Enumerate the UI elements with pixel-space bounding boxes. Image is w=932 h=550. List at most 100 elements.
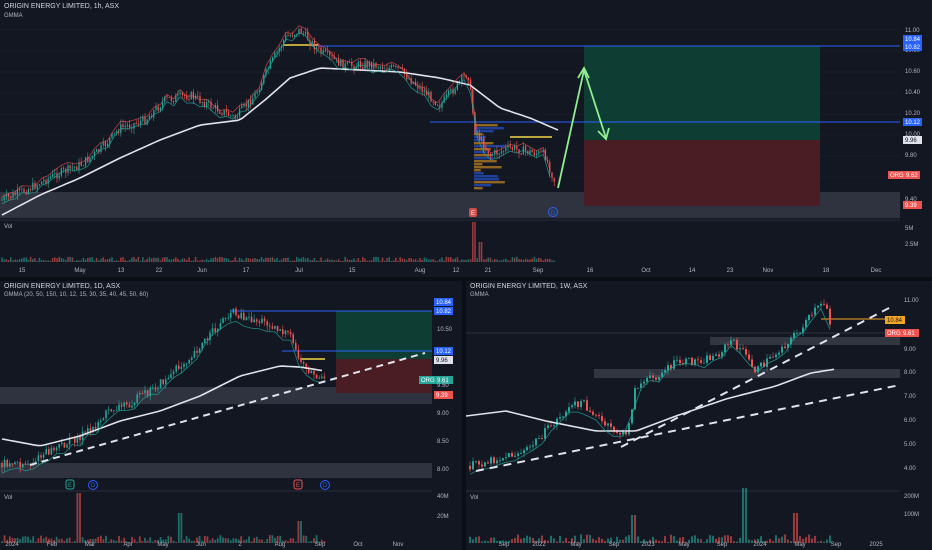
candle-body — [172, 100, 175, 102]
candle-body — [154, 387, 157, 390]
time-axis-1h[interactable]: 15 May 13 22 Jun 17 Jul 15 Aug 12 21 Sep 16 Oct 14 23 No… — [19, 268, 882, 274]
candle-body — [820, 303, 822, 306]
volume-bar — [227, 538, 230, 543]
candle-body — [159, 379, 162, 389]
volume-bar — [511, 257, 514, 262]
candle-body — [302, 362, 305, 364]
chart-pane-1d[interactable]: ORIGIN ENERGY LIMITED, 1D, ASX GMMA (20,… — [0, 281, 462, 550]
candle-body — [304, 31, 307, 34]
candle-body — [32, 182, 34, 191]
candle-body — [604, 421, 606, 426]
volume-bar — [208, 260, 210, 262]
candle-body — [106, 143, 109, 147]
volume-bar — [421, 259, 423, 262]
chart-pane-1h[interactable]: ORIGIN ENERGY LIMITED, 1h, ASX GMMA Vol — [0, 0, 932, 277]
svg-text:E: E — [68, 483, 72, 489]
candle-body — [10, 196, 12, 198]
candle-body — [6, 459, 8, 467]
volume-bar — [227, 259, 230, 262]
earnings-marker[interactable]: E — [469, 208, 477, 217]
time-tick: Sep — [499, 542, 510, 548]
volume-bar — [87, 257, 89, 262]
volume-bar — [32, 259, 34, 262]
candle-body — [730, 340, 732, 345]
volume-bar — [144, 260, 146, 262]
candle-body — [14, 462, 16, 464]
volume-bar — [212, 258, 214, 262]
volume-bar — [491, 260, 494, 262]
candle-body — [87, 428, 89, 433]
volume-bar — [636, 536, 640, 543]
volume-bar — [480, 242, 483, 262]
volume-bar — [107, 541, 110, 543]
candle-body — [490, 457, 492, 464]
volume-bar — [67, 256, 69, 262]
volume-bar — [430, 259, 432, 262]
volume-bar — [238, 257, 241, 262]
volume-bar — [185, 536, 188, 543]
volume-bar — [1, 257, 3, 262]
earnings-marker-1d[interactable]: E — [65, 479, 75, 490]
volume-bar — [486, 541, 490, 543]
candle-body — [282, 329, 284, 335]
candle-body — [118, 404, 120, 410]
candle-body — [16, 462, 19, 463]
chart-pane-1w[interactable]: ORIGIN ENERGY LIMITED, 1W, ASX GMMA Vol … — [466, 281, 932, 550]
volume-bar — [542, 260, 544, 262]
volume-bar — [297, 521, 300, 543]
volume-bar — [304, 258, 307, 262]
volume-bar — [190, 540, 193, 543]
candle-body — [49, 176, 52, 179]
volume-bar — [558, 535, 562, 543]
volume-bar — [153, 257, 155, 262]
volume-bar — [170, 259, 173, 262]
candle-body — [206, 338, 209, 340]
volume-bar — [71, 257, 74, 262]
candle-body — [313, 370, 315, 375]
time-tick: Apr — [123, 542, 132, 548]
volume-bar — [214, 256, 217, 262]
volume-bar — [346, 259, 349, 262]
chart-canvas-1w[interactable]: 11.00 10.84 ORG 9.61 9.00 8.00 7.00 6.00 … — [466, 281, 932, 550]
dividend-marker-1d-2[interactable]: D — [320, 480, 330, 490]
candle-body — [324, 50, 327, 52]
volume-bar — [310, 540, 313, 543]
candle-body — [248, 316, 250, 318]
volume-bar — [786, 539, 790, 543]
volume-bar — [529, 259, 531, 262]
volume-bar — [214, 539, 217, 543]
chart-canvas-1h[interactable]: E D 11.00 10.80 10.60 10.40 10.20 10.00 … — [0, 0, 932, 277]
volume-bar — [192, 260, 195, 262]
volume-bar — [403, 258, 406, 262]
candle-body — [191, 357, 193, 361]
candle-body — [23, 188, 25, 193]
dividend-marker-1d[interactable]: D — [88, 480, 98, 490]
volume-bar — [10, 257, 12, 262]
candle-body — [144, 116, 146, 125]
time-tick: 15 — [349, 268, 356, 274]
price-axis-1w[interactable]: 11.00 10.84 ORG 9.61 9.00 8.00 7.00 6.00 … — [885, 298, 919, 518]
volume-bar — [311, 259, 313, 262]
candle-body — [11, 463, 14, 465]
volume-bar — [729, 536, 733, 543]
candle-body — [155, 106, 157, 111]
volume-bar — [117, 260, 120, 262]
candle-body — [3, 459, 6, 468]
earnings-marker-1d-2[interactable]: E — [293, 479, 303, 490]
candle-body — [256, 319, 258, 322]
volume-bar — [307, 541, 310, 543]
volume-bar — [777, 538, 781, 543]
volume-bar — [434, 260, 437, 262]
volume-bar — [395, 257, 397, 262]
candle-body — [100, 145, 102, 153]
candle-body — [258, 321, 261, 323]
volume-bar — [219, 535, 222, 543]
candle-body — [724, 344, 726, 353]
volume-bar — [564, 538, 568, 543]
chart-canvas-1d[interactable]: E D E D 10.84 10.82 10.50 10.12 9.96 ORG… — [0, 281, 462, 550]
candle-body — [796, 333, 798, 334]
volume-bar — [300, 521, 302, 543]
candle-body — [533, 152, 536, 156]
badge-10-84: 10.84 — [905, 37, 921, 43]
volume-profile-bar — [474, 163, 483, 166]
